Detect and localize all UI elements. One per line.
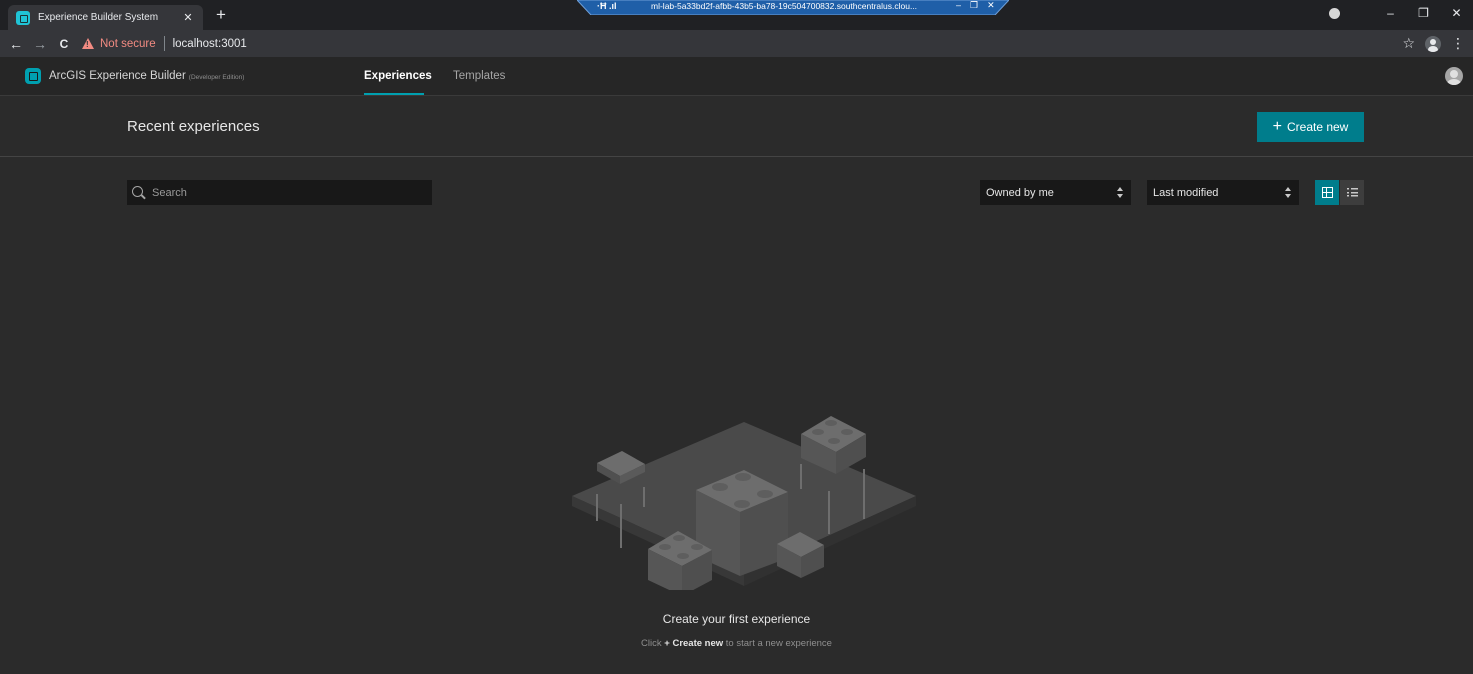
address-separator xyxy=(163,36,165,51)
empty-state-building-blocks-illustration xyxy=(572,416,916,590)
bookmark-star-icon[interactable]: ☆ xyxy=(1402,35,1415,52)
window-close-icon[interactable]: ✕ xyxy=(1440,6,1473,20)
grid-view-icon xyxy=(1321,187,1333,198)
header-divider xyxy=(0,156,1473,157)
experience-builder-favicon-icon xyxy=(16,10,30,25)
forward-arrow-icon[interactable]: → xyxy=(28,36,52,52)
search-box[interactable] xyxy=(127,180,432,205)
app-header: ArcGIS Experience Builder (Developer Edit… xyxy=(0,57,1473,96)
remote-minimize-icon[interactable]: ‒ xyxy=(956,0,961,11)
empty-hint-create-new-link[interactable]: + Create new xyxy=(664,638,723,649)
empty-state-title: Create your first experience xyxy=(662,612,811,626)
active-tab-indicator xyxy=(364,93,424,95)
back-arrow-icon[interactable]: ← xyxy=(4,36,28,52)
page-title: Recent experiences xyxy=(127,118,260,135)
browser-toolbar: ← → C Not secure localhost:3001 ☆ ⋮ xyxy=(0,30,1473,57)
remote-close-icon[interactable]: ✕ xyxy=(987,0,995,11)
arcgis-logo-icon[interactable] xyxy=(25,68,41,84)
chrome-profile-icon[interactable] xyxy=(1329,7,1340,19)
window-controls: – ❐ ✕ xyxy=(1329,0,1473,26)
plus-icon: + xyxy=(1272,118,1282,135)
grid-view-button[interactable] xyxy=(1315,180,1339,205)
chevron-up-down-icon xyxy=(1117,186,1123,199)
list-view-button[interactable] xyxy=(1340,180,1364,205)
tab-templates[interactable]: Templates xyxy=(453,70,505,82)
owner-filter-value: Owned by me xyxy=(986,186,1054,199)
sort-select[interactable]: Last modified xyxy=(1147,180,1299,205)
app-name: ArcGIS Experience Builder (Developer Edit… xyxy=(49,70,244,82)
remote-session-controls: ‒ ❐ ✕ xyxy=(956,0,995,11)
create-new-label: Create new xyxy=(1286,120,1349,134)
search-icon xyxy=(131,185,147,201)
browser-menu-icon[interactable]: ⋮ xyxy=(1451,35,1465,52)
owner-filter-select[interactable]: Owned by me xyxy=(980,180,1131,205)
empty-hint-suffix: to start a new experience xyxy=(725,638,832,649)
tab-title: Experience Builder System xyxy=(38,12,159,23)
list-view-icon xyxy=(1346,188,1358,197)
url-text[interactable]: localhost:3001 xyxy=(173,38,247,50)
app-name-text: ArcGIS Experience Builder xyxy=(49,70,186,82)
chevron-up-down-icon xyxy=(1285,186,1291,199)
window-maximize-icon[interactable]: ❐ xyxy=(1407,6,1440,20)
tab-close-icon[interactable]: ✕ xyxy=(181,11,195,24)
create-new-button[interactable]: + Create new xyxy=(1257,112,1364,142)
account-icon[interactable] xyxy=(1425,35,1441,52)
window-minimize-icon[interactable]: – xyxy=(1374,6,1407,20)
address-bar[interactable]: Not secure localhost:3001 xyxy=(82,30,1402,57)
remote-restore-icon[interactable]: ❐ xyxy=(970,0,978,11)
search-input[interactable] xyxy=(152,186,422,199)
connection-signal-icon: ·Ħ .ıl xyxy=(597,1,617,11)
browser-tab[interactable]: Experience Builder System ✕ xyxy=(8,5,203,30)
tab-experiences[interactable]: Experiences xyxy=(364,70,432,82)
new-tab-button[interactable]: + xyxy=(210,4,232,26)
remote-host-name: ml-lab-5a33bd2f-afbb-43b5-ba78-19c504700… xyxy=(651,1,918,11)
experience-builder-app: ArcGIS Experience Builder (Developer Edit… xyxy=(0,57,1473,674)
remote-session-bar: ·Ħ .ıl ml-lab-5a33bd2f-afbb-43b5-ba78-19… xyxy=(577,0,1009,15)
security-status[interactable]: Not secure xyxy=(100,38,156,50)
sort-value: Last modified xyxy=(1153,186,1219,199)
browser-tab-strip: Experience Builder System ✕ + ·Ħ .ıl ml-… xyxy=(0,0,1473,30)
warning-triangle-icon xyxy=(82,38,94,49)
reload-icon[interactable]: C xyxy=(52,37,76,51)
empty-hint-prefix: Click xyxy=(641,638,662,649)
user-avatar-icon[interactable] xyxy=(1445,67,1463,85)
app-edition: (Developer Edition) xyxy=(188,74,245,81)
empty-state-hint: Click + Create new to start a new experi… xyxy=(0,638,1473,649)
